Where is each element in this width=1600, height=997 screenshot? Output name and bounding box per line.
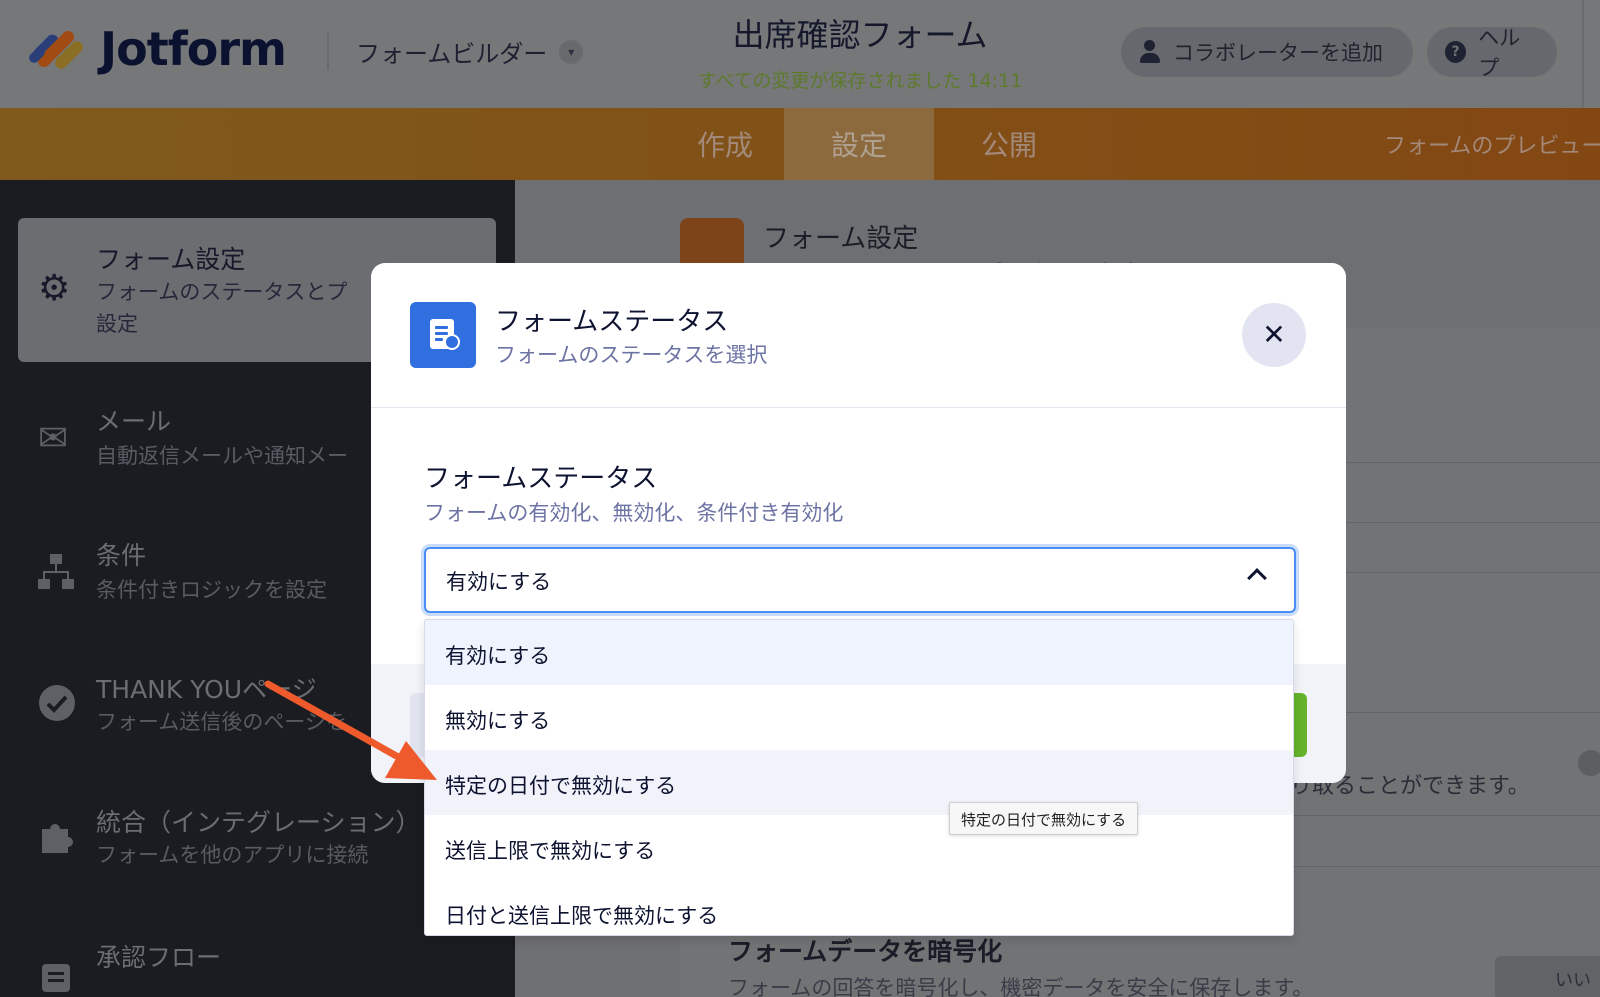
modal-title: フォームステータス xyxy=(495,307,729,337)
option-disable-on-limit[interactable]: 送信上限で無効にする xyxy=(425,815,1293,880)
sidebar-item-title: フォーム設定 xyxy=(96,245,246,274)
sidebar-item-title: メール xyxy=(96,407,172,436)
option-disable[interactable]: 無効にする xyxy=(425,685,1293,750)
chevron-down-icon: ▾ xyxy=(559,39,584,64)
sidebar-item-title: THANK YOUページ xyxy=(96,675,317,704)
sidebar-item-approval-flow[interactable]: 承認フロー xyxy=(18,938,496,997)
jotform-logo[interactable]: Jotform xyxy=(27,22,287,76)
header-divider-right xyxy=(1582,0,1584,108)
check-circle-icon xyxy=(38,684,76,731)
encrypt-toggle[interactable]: いい xyxy=(1495,956,1600,997)
sidebar-item-title: 承認フロー xyxy=(96,943,222,972)
form-status-icon xyxy=(410,302,476,368)
tab-create[interactable]: 作成 xyxy=(660,108,790,180)
header-divider xyxy=(327,32,329,70)
chevron-right-icon[interactable] xyxy=(1578,750,1600,776)
help-label: ヘルプ xyxy=(1478,26,1521,80)
form-title[interactable]: 出席確認フォーム xyxy=(700,10,1020,56)
option-disable-on-date-and-limit[interactable]: 日付と送信上限で無効にする xyxy=(425,880,1293,935)
encrypt-desc: フォームの回答を暗号化し、機密データを安全に保存します。 xyxy=(728,976,1314,997)
form-builder-menu[interactable]: フォームビルダー ▾ xyxy=(356,34,584,69)
add-collaborator-label: コラボレーターを追加 xyxy=(1173,41,1383,65)
settings-title: フォーム設定 xyxy=(763,224,919,254)
modal-header: フォームステータス フォームのステータスを選択 ✕ xyxy=(371,263,1346,408)
field-label: フォームステータス xyxy=(424,464,658,494)
row-divider xyxy=(1250,815,1600,816)
field-description: フォームの有効化、無効化、条件付き有効化 xyxy=(424,501,844,525)
add-collaborator-button[interactable]: コラボレーターを追加 xyxy=(1121,27,1413,77)
logo-text: Jotform xyxy=(100,22,287,76)
jotform-logo-mark xyxy=(27,24,86,74)
sidebar-item-desc: フォームを他のアプリに接続 xyxy=(96,843,369,867)
tab-publish[interactable]: 公開 xyxy=(934,108,1084,180)
option-disable-on-date[interactable]: 特定の日付で無効にする xyxy=(425,750,1293,815)
modal-subtitle: フォームのステータスを選択 xyxy=(495,343,768,367)
help-icon: ? xyxy=(1445,41,1467,63)
help-button[interactable]: ? ヘルプ xyxy=(1427,26,1557,80)
gear-icon: ⚙ xyxy=(38,268,71,309)
close-button[interactable]: ✕ xyxy=(1242,303,1306,367)
builder-tabs: 作成 設定 公開 フォームのプレビュー xyxy=(0,108,1600,180)
close-icon: ✕ xyxy=(1262,318,1286,351)
approval-flow-icon xyxy=(38,952,74,997)
tab-settings[interactable]: 設定 xyxy=(784,108,934,180)
puzzle-icon xyxy=(38,817,76,864)
encrypt-title: フォームデータを暗号化 xyxy=(728,937,1003,966)
form-status-dropdown: 有効にする 無効にする 特定の日付で無効にする 送信上限で無効にする 日付と送信… xyxy=(424,619,1294,936)
option-enable[interactable]: 有効にする xyxy=(425,620,1293,685)
form-preview-button[interactable]: フォームのプレビュー xyxy=(1384,108,1600,180)
sidebar-item-title: 条件 xyxy=(96,541,147,570)
form-builder-label: フォームビルダー xyxy=(356,40,548,68)
form-status-select[interactable]: 有効にする xyxy=(424,547,1296,613)
selected-value: 有効にする xyxy=(446,570,552,594)
mail-icon: ✉ xyxy=(38,418,69,459)
top-header: Jotform フォームビルダー ▾ 出席確認フォーム すべての変更が保存されま… xyxy=(0,0,1600,108)
user-icon xyxy=(1139,40,1161,64)
save-status: すべての変更が保存されました 14:11 xyxy=(697,70,1023,92)
row-divider xyxy=(1250,866,1600,867)
option-tooltip: 特定の日付で無効にする xyxy=(949,802,1139,835)
sidebar-item-title: 統合（インテグレーション） xyxy=(96,808,421,837)
chevron-up-icon xyxy=(1247,568,1267,588)
sitemap-icon xyxy=(38,552,74,601)
